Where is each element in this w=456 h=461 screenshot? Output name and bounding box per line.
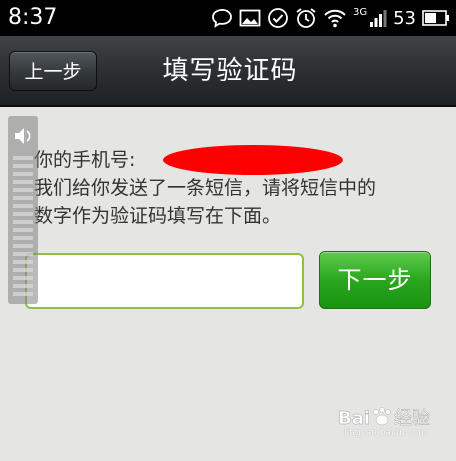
volume-level-bars (13, 156, 33, 296)
wifi-icon (323, 8, 347, 28)
phone-row: 你的手机号: (34, 145, 444, 175)
battery-percent: 53 (393, 7, 416, 29)
speaker-icon (15, 128, 31, 144)
svg-text:Bai: Bai (338, 408, 370, 429)
back-button[interactable]: 上一步 (9, 51, 97, 91)
verification-code-input[interactable] (25, 253, 304, 309)
instructions: 你的手机号: 我们给你发送了一条短信，请将短信中的 数字作为验证码填写在下面。 (34, 145, 444, 230)
chat-bubble-icon (211, 8, 233, 28)
title-bar: 上一步 填写验证码 (0, 36, 456, 107)
baidu-watermark: Bai 经验 jingyan.baidu.com (338, 404, 430, 444)
network-type: 3G (352, 6, 368, 18)
status-bar: 8:37 3G 53 (0, 0, 456, 36)
phone-label: 你的手机号: (34, 149, 136, 171)
image-icon (239, 9, 261, 27)
battery-icon (422, 10, 450, 26)
next-button[interactable]: 下一步 (319, 251, 431, 309)
status-icons: 3G 53 (211, 4, 450, 32)
volume-slider[interactable] (8, 116, 38, 304)
redaction-mark (163, 145, 343, 175)
page-title: 填写验证码 (162, 56, 298, 86)
svg-text:经验: 经验 (394, 408, 430, 429)
status-time: 8:37 (8, 5, 58, 30)
instruction-line-2: 数字作为验证码填写在下面。 (34, 205, 282, 227)
volume-overlay[interactable] (8, 116, 38, 304)
alarm-clock-icon (295, 7, 317, 29)
watermark-subtext: jingyan.baidu.com (344, 428, 428, 438)
signal-icon (369, 8, 387, 28)
check-circle-icon (267, 7, 289, 29)
